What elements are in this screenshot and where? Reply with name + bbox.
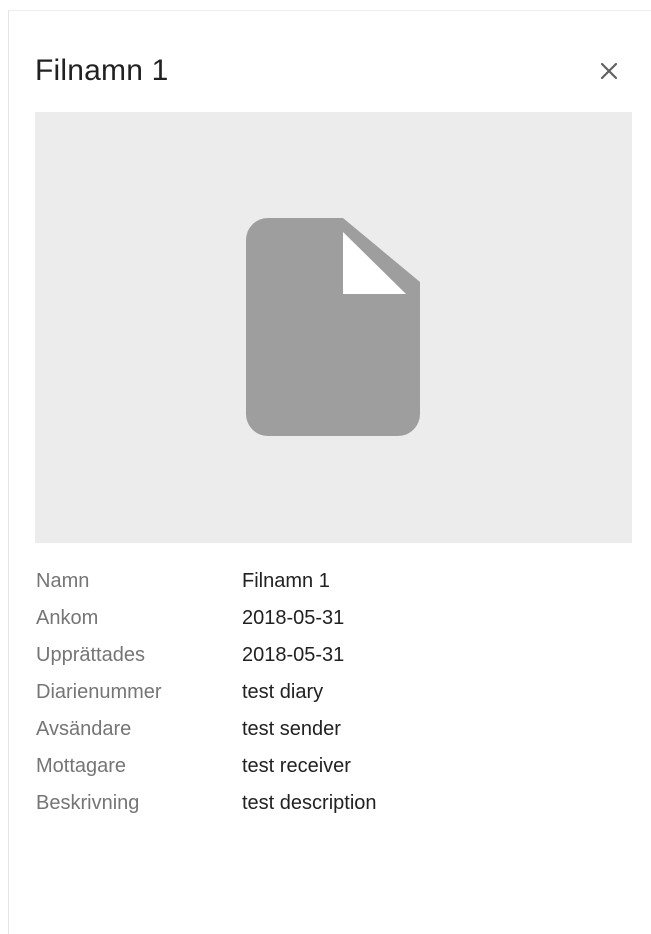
- detail-value: test receiver: [242, 755, 351, 777]
- detail-row-mottagare: Mottagare test receiver: [36, 748, 636, 785]
- detail-label: Avsändare: [36, 718, 132, 740]
- detail-label: Namn: [36, 570, 90, 592]
- detail-label: Mottagare: [36, 755, 127, 777]
- close-icon: [600, 62, 618, 80]
- detail-label: Diarienummer: [36, 681, 162, 703]
- detail-label: Upprättades: [36, 644, 145, 666]
- details-list: Namn Filnamn 1 Ankom 2018-05-31 Upprätta…: [36, 563, 636, 822]
- detail-value: test description: [242, 792, 377, 814]
- file-details-panel: Filnamn 1 Namn Filnamn 1 Ankom 2018-05-3…: [8, 10, 651, 934]
- file-icon: [246, 218, 420, 436]
- file-preview: [35, 112, 632, 543]
- panel-title: Filnamn 1: [35, 54, 169, 87]
- detail-row-upprattades: Upprättades 2018-05-31: [36, 637, 636, 674]
- detail-row-beskrivning: Beskrivning test description: [36, 785, 636, 822]
- detail-value: test sender: [242, 718, 341, 740]
- panel-header: Filnamn 1: [35, 51, 631, 101]
- detail-row-namn: Namn Filnamn 1: [36, 563, 636, 600]
- detail-value: 2018-05-31: [242, 644, 345, 666]
- detail-label: Ankom: [36, 607, 99, 629]
- detail-row-diarienummer: Diarienummer test diary: [36, 674, 636, 711]
- detail-row-ankom: Ankom 2018-05-31: [36, 600, 636, 637]
- detail-label: Beskrivning: [36, 792, 140, 814]
- detail-value: Filnamn 1: [242, 570, 330, 592]
- close-button[interactable]: [593, 55, 625, 87]
- detail-value: 2018-05-31: [242, 607, 345, 629]
- detail-row-avsandare: Avsändare test sender: [36, 711, 636, 748]
- detail-value: test diary: [242, 681, 324, 703]
